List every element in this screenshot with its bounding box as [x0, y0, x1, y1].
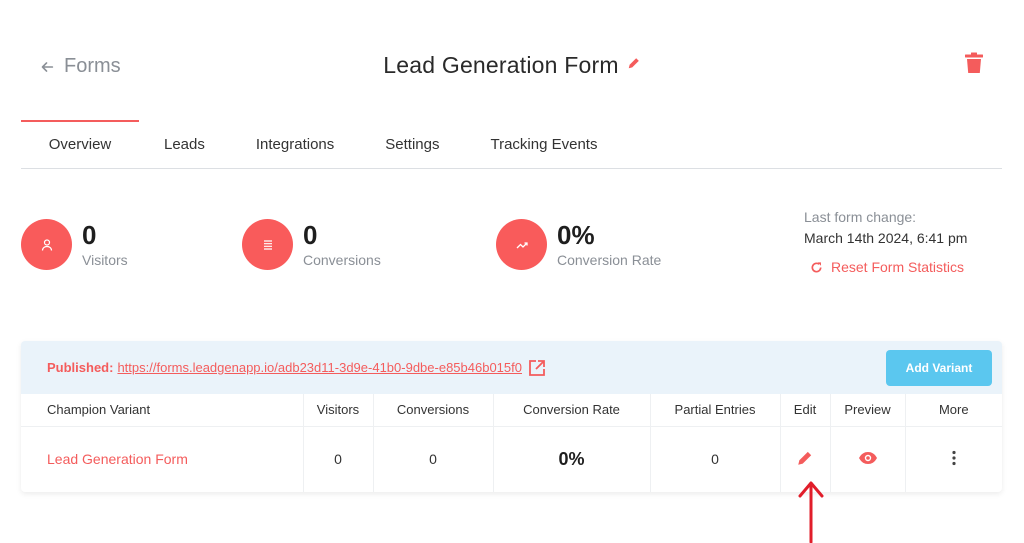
trending-up-icon: [516, 241, 528, 248]
add-variant-button[interactable]: Add Variant: [886, 350, 992, 386]
stat-visitors-badge: [21, 219, 72, 270]
edit-title-button[interactable]: [627, 56, 641, 75]
published-url-link[interactable]: https://forms.leadgenapp.io/adb23d11-3d9…: [117, 360, 522, 375]
tab-bar: Overview Leads Integrations Settings Tra…: [21, 120, 1002, 169]
more-vertical-icon: [952, 450, 956, 465]
external-link-icon[interactable]: [528, 359, 546, 377]
reset-statistics-label: Reset Form Statistics: [831, 259, 965, 275]
more-cell: [904, 426, 1002, 492]
annotation-arrow-icon: [798, 481, 824, 543]
edit-variant-button[interactable]: [796, 449, 814, 467]
col-header-conversion-rate: Conversion Rate: [492, 394, 650, 427]
variants-card: Published: https://forms.leadgenapp.io/a…: [21, 341, 1002, 492]
page-header: Lead Generation Form: [0, 52, 1024, 79]
table-row: Lead Generation Form 0 0 0% 0: [21, 426, 1002, 492]
more-options-button[interactable]: [951, 450, 957, 466]
stat-conversion-rate-badge: [496, 219, 547, 270]
pencil-icon: [798, 451, 812, 465]
delete-form-button[interactable]: [964, 52, 984, 74]
stat-conversion-rate-value: 0%: [557, 220, 595, 250]
refresh-icon: [811, 261, 822, 273]
variant-visitors: 0: [302, 426, 373, 492]
tab-integrations[interactable]: Integrations: [256, 120, 334, 169]
stat-conversions-label: Conversions: [303, 252, 381, 268]
list-icon: [263, 239, 272, 250]
col-header-champion-variant: Champion Variant: [21, 394, 303, 427]
pencil-icon: [628, 58, 639, 69]
stat-conversion-rate-label: Conversion Rate: [557, 252, 662, 268]
tab-leads[interactable]: Leads: [164, 120, 205, 169]
last-change-timestamp: March 14th 2024, 6:41 pm: [804, 230, 968, 246]
tab-settings[interactable]: Settings: [385, 120, 439, 169]
trash-icon: [965, 52, 983, 73]
variant-partial-entries: 0: [649, 426, 780, 492]
stat-conversion-rate: 0% Conversion Rate: [496, 219, 661, 270]
page-title: Lead Generation Form: [383, 52, 619, 78]
table-header-row: Champion Variant Visitors Conversions Co…: [21, 394, 1002, 427]
stat-conversions: 0 Conversions: [242, 219, 381, 270]
last-change-label: Last form change:: [804, 209, 917, 225]
published-bar: Published: https://forms.leadgenapp.io/a…: [21, 341, 1002, 394]
variant-name-link[interactable]: Lead Generation Form: [21, 426, 303, 492]
stat-conversions-badge: [242, 219, 293, 270]
col-header-preview: Preview: [829, 394, 905, 427]
col-header-visitors: Visitors: [302, 394, 373, 427]
stat-conversions-value: 0: [303, 220, 318, 250]
col-header-more: More: [904, 394, 1002, 427]
col-header-conversions: Conversions: [372, 394, 493, 427]
published-label: Published:: [47, 360, 114, 375]
preview-variant-button[interactable]: [858, 451, 878, 465]
tab-overview[interactable]: Overview: [21, 120, 139, 169]
variants-table: Champion Variant Visitors Conversions Co…: [21, 394, 1002, 492]
user-icon: [41, 238, 52, 251]
preview-cell: [829, 426, 905, 492]
stat-visitors: 0 Visitors: [21, 219, 128, 270]
col-header-edit: Edit: [779, 394, 830, 427]
reset-statistics-button[interactable]: Reset Form Statistics: [810, 259, 967, 275]
variant-conversions: 0: [372, 426, 493, 492]
col-header-partial-entries: Partial Entries: [649, 394, 780, 427]
eye-icon: [858, 451, 877, 464]
tab-tracking-events[interactable]: Tracking Events: [490, 120, 597, 169]
stat-visitors-label: Visitors: [82, 252, 128, 268]
stat-visitors-value: 0: [82, 220, 97, 250]
last-form-change: Last form change: March 14th 2024, 6:41 …: [804, 209, 967, 275]
variant-conversion-rate: 0%: [492, 426, 650, 492]
